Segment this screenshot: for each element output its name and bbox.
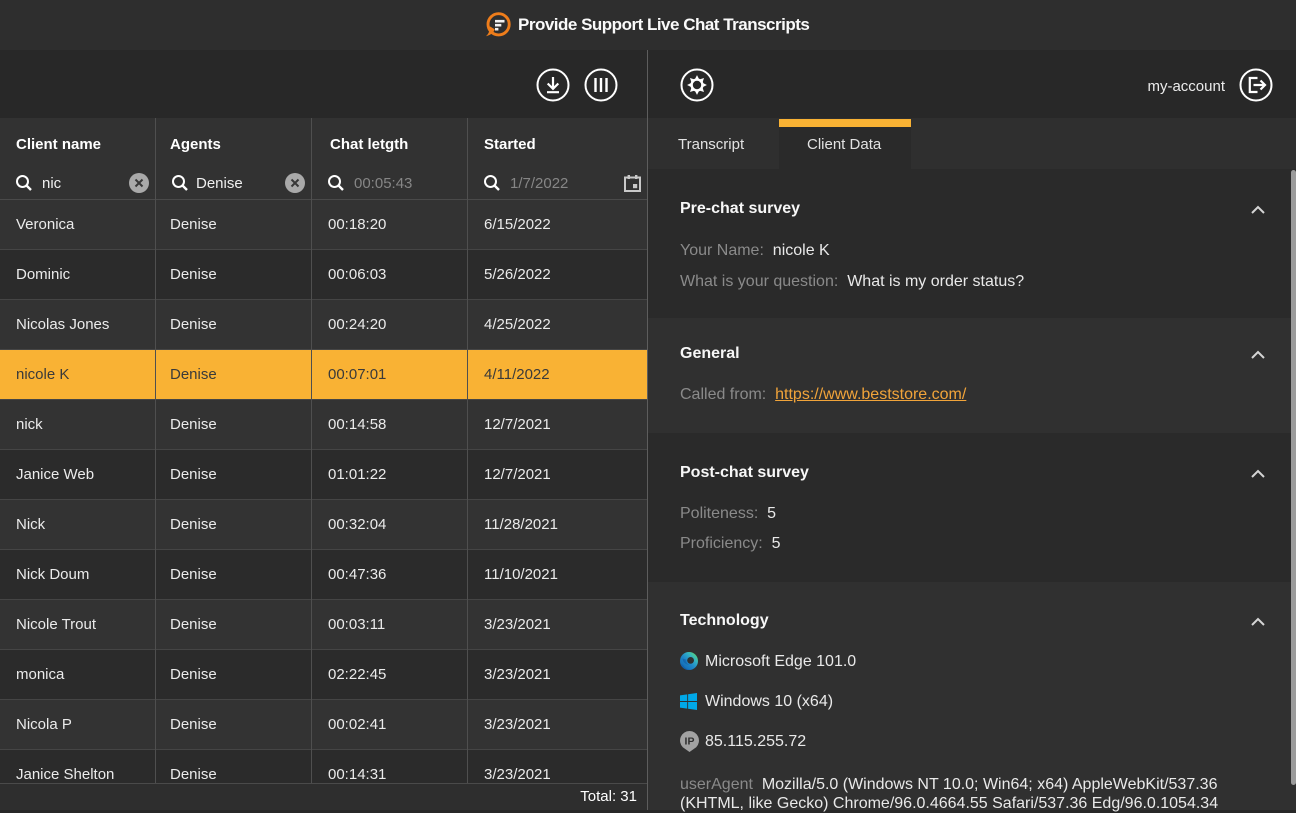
svg-text:IP: IP [685,735,695,747]
